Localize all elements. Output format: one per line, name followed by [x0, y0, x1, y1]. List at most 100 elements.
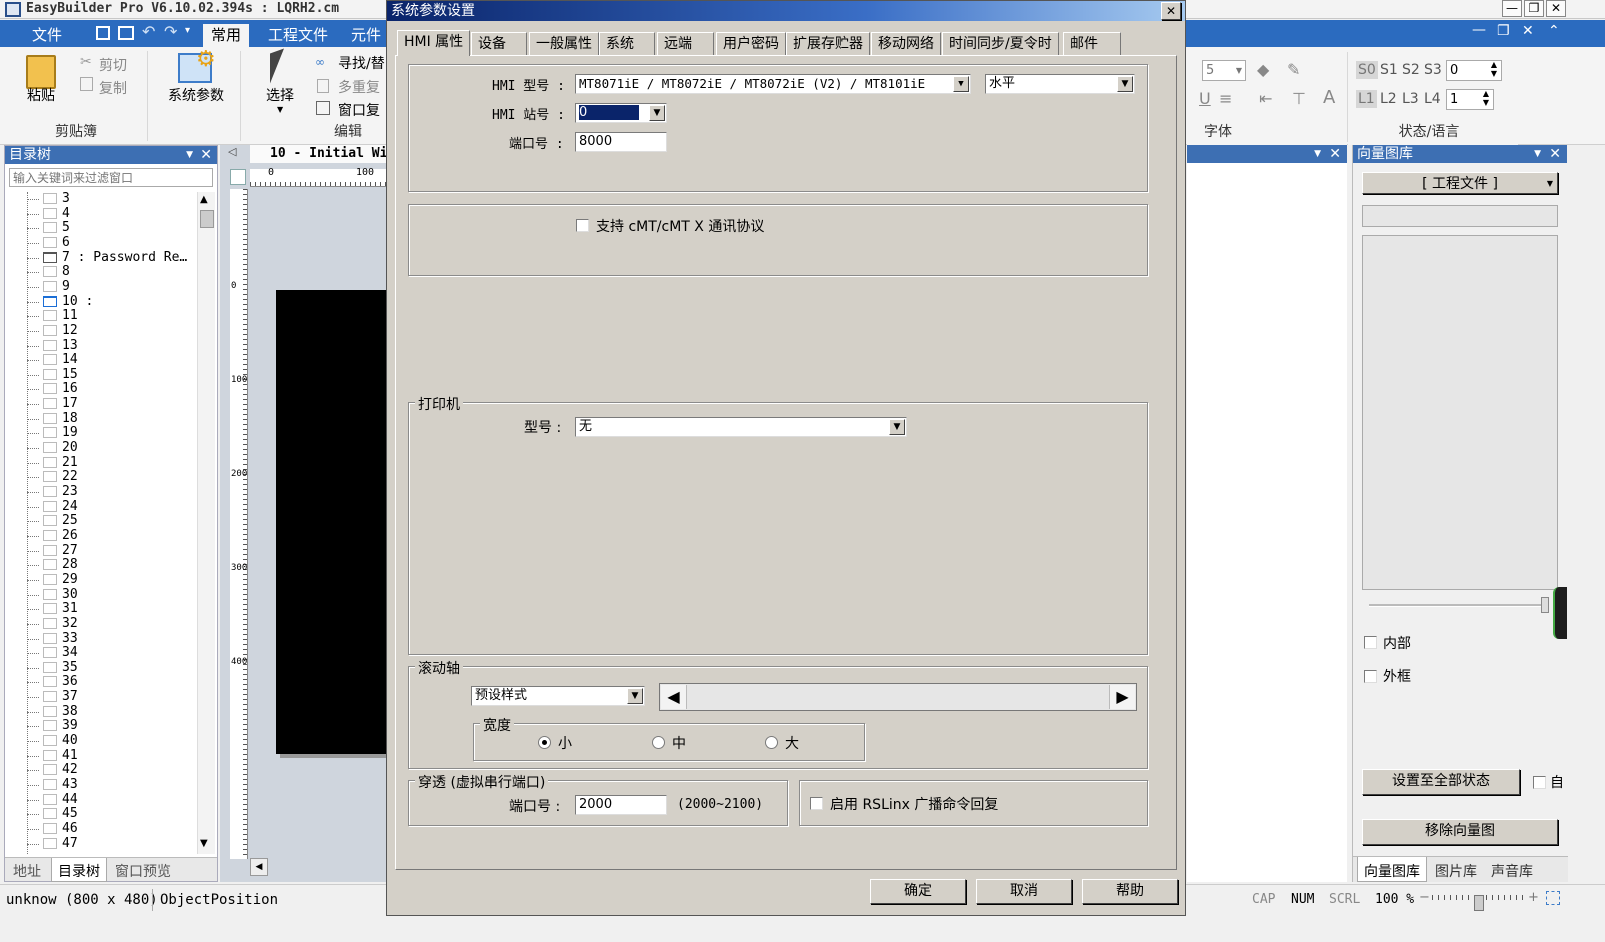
align-top-icon[interactable]: ⊤ — [1292, 89, 1306, 108]
panel-close-icon[interactable]: ✕ — [1549, 145, 1561, 163]
tab-address[interactable]: 地址 — [13, 861, 41, 881]
find-icon[interactable]: ∞ — [315, 55, 325, 69]
list-item[interactable]: 10 : — [5, 294, 195, 310]
tab-window-preview[interactable]: 窗口预览 — [115, 861, 171, 881]
list-item[interactable]: 9 — [5, 279, 195, 295]
tab-hmi-properties[interactable]: HMI 属性 — [397, 30, 471, 56]
scroll-down-icon[interactable]: ▼ — [200, 838, 208, 849]
zoom-out-icon[interactable]: − — [1419, 890, 1430, 905]
list-item[interactable]: 29 — [5, 572, 195, 588]
panel-dropdown-icon[interactable]: ▼ — [1534, 145, 1541, 163]
list-item[interactable]: 46 — [5, 821, 195, 837]
fill-color-icon[interactable]: ◆ — [1257, 60, 1269, 79]
paste-button[interactable]: 粘贴 — [27, 85, 55, 105]
list-item[interactable]: 30 — [5, 587, 195, 603]
list-item[interactable]: 42 — [5, 763, 195, 778]
window-copy-icon[interactable] — [316, 101, 330, 115]
text-style-icon[interactable]: A — [1323, 87, 1335, 108]
side-handle[interactable] — [1553, 587, 1567, 639]
tab-vector-library[interactable]: 向量图库 — [1357, 857, 1427, 882]
state-s1[interactable]: S1 — [1380, 62, 1398, 78]
paste-icon[interactable] — [26, 55, 56, 89]
copy-button[interactable]: 复制 — [99, 78, 127, 98]
list-item[interactable]: 35 — [5, 660, 195, 676]
align-icon[interactable]: ≡ — [1219, 89, 1232, 108]
editor-tab[interactable]: 10 - Initial Wi — [250, 145, 390, 163]
scroll-up-icon[interactable]: ▲ — [200, 194, 208, 205]
restore-window-button[interactable]: ❐ — [1524, 0, 1544, 17]
list-item[interactable]: 4 — [5, 206, 195, 222]
zoom-slider-thumb[interactable] — [1541, 597, 1549, 613]
list-item[interactable]: 6 — [5, 235, 195, 251]
tab-user-password[interactable]: 用户密码 — [716, 32, 786, 55]
list-item[interactable]: 28 — [5, 558, 195, 573]
lang-l1[interactable]: L1 — [1356, 90, 1377, 108]
lang-l3[interactable]: L3 — [1402, 91, 1419, 107]
canvas-window[interactable] — [276, 290, 386, 754]
close-window-button[interactable]: ✕ — [1546, 0, 1566, 17]
state-s3[interactable]: S3 — [1424, 62, 1442, 78]
select-arrow-icon[interactable] — [270, 48, 284, 84]
list-item[interactable]: 41 — [5, 748, 195, 764]
list-item[interactable]: 47 — [5, 836, 195, 852]
find-replace-button[interactable]: 寻找/替 — [338, 53, 385, 73]
list-item[interactable]: 31 — [5, 602, 195, 617]
tab-general[interactable]: 一般属性 — [529, 32, 599, 55]
width-large-radio[interactable] — [765, 736, 778, 749]
undo-icon[interactable]: ↶ — [142, 22, 155, 41]
quick-access-dropdown-icon[interactable]: ▾ — [185, 25, 190, 36]
system-params-button[interactable]: 系统参数 — [168, 85, 224, 105]
tab-common[interactable]: 常用 — [203, 24, 250, 47]
cmt-support-checkbox[interactable] — [576, 219, 589, 232]
panel-close-icon[interactable]: ✕ — [200, 146, 212, 164]
copy-icon[interactable] — [80, 77, 93, 91]
save-icon[interactable] — [96, 26, 110, 40]
printer-model-select[interactable]: 无 ▼ — [575, 417, 907, 437]
scroll-style-select[interactable]: 预设样式 ▼ — [471, 686, 645, 706]
outer-checkbox[interactable] — [1364, 670, 1377, 683]
list-item[interactable]: 26 — [5, 528, 195, 544]
list-item[interactable]: 15 — [5, 367, 195, 383]
list-item[interactable]: 44 — [5, 792, 195, 808]
zoom-slider-thumb[interactable] — [1474, 895, 1484, 911]
cut-icon[interactable]: ✂ — [80, 54, 92, 70]
redo-icon[interactable]: ↷ — [164, 22, 177, 41]
tab-time-sync[interactable]: 时间同步/夏令时 — [942, 32, 1059, 55]
state-spinner[interactable]: 0 ▲ ▼ — [1446, 60, 1502, 81]
list-item[interactable]: 36 — [5, 675, 195, 690]
list-item[interactable]: 45 — [5, 807, 195, 822]
list-item[interactable]: 14 — [5, 353, 195, 368]
list-item[interactable]: 22 — [5, 470, 195, 485]
h-scroll-left-icon[interactable]: ◀ — [250, 858, 268, 876]
list-item[interactable]: 25 — [5, 514, 195, 529]
list-item[interactable]: 17 — [5, 397, 195, 412]
inner-checkbox[interactable] — [1364, 636, 1377, 649]
list-item[interactable]: 16 — [5, 382, 195, 397]
list-item[interactable]: 43 — [5, 778, 195, 793]
select-button[interactable]: 选择 — [266, 85, 294, 105]
dialog-close-button[interactable]: ✕ — [1161, 2, 1181, 20]
indent-icon[interactable]: ⇤ — [1259, 89, 1272, 108]
orientation-select[interactable]: 水平 ▼ — [985, 74, 1135, 94]
minimize-window-button[interactable]: — — [1502, 0, 1522, 17]
panel-dropdown-icon[interactable]: ▼ — [1314, 145, 1321, 163]
ribbon-close-icon[interactable]: ✕ — [1522, 23, 1534, 39]
tab-extended-memory[interactable]: 扩展存贮器 — [786, 32, 870, 55]
ribbon-minimize-icon[interactable]: — — [1472, 22, 1486, 38]
list-item[interactable]: 39 — [5, 719, 195, 734]
ribbon-collapse-icon[interactable]: ⌃ — [1548, 23, 1560, 39]
format-painter-icon[interactable]: ✎ — [1287, 60, 1300, 79]
width-small-radio[interactable] — [538, 736, 551, 749]
panel-close-icon[interactable]: ✕ — [1329, 145, 1341, 163]
apply-to-all-states-button[interactable]: 设置至全部状态 — [1362, 769, 1520, 795]
tab-device[interactable]: 设备 — [471, 32, 527, 55]
list-item[interactable]: 11 — [5, 309, 195, 324]
tab-directory-tree[interactable]: 目录树 — [51, 858, 107, 882]
tab-file[interactable]: 文件 — [24, 24, 70, 47]
vector-source-dropdown[interactable]: [ 工程文件 ] ▼ — [1362, 172, 1558, 194]
list-item[interactable]: 23 — [5, 485, 195, 500]
tab-objects[interactable]: 元件 — [343, 24, 389, 47]
tree-scrollbar[interactable]: ▲ ▼ — [197, 192, 215, 854]
editor-tab-left-icon[interactable]: ◁ — [228, 145, 236, 158]
zoom-slider-track[interactable] — [1369, 604, 1549, 607]
